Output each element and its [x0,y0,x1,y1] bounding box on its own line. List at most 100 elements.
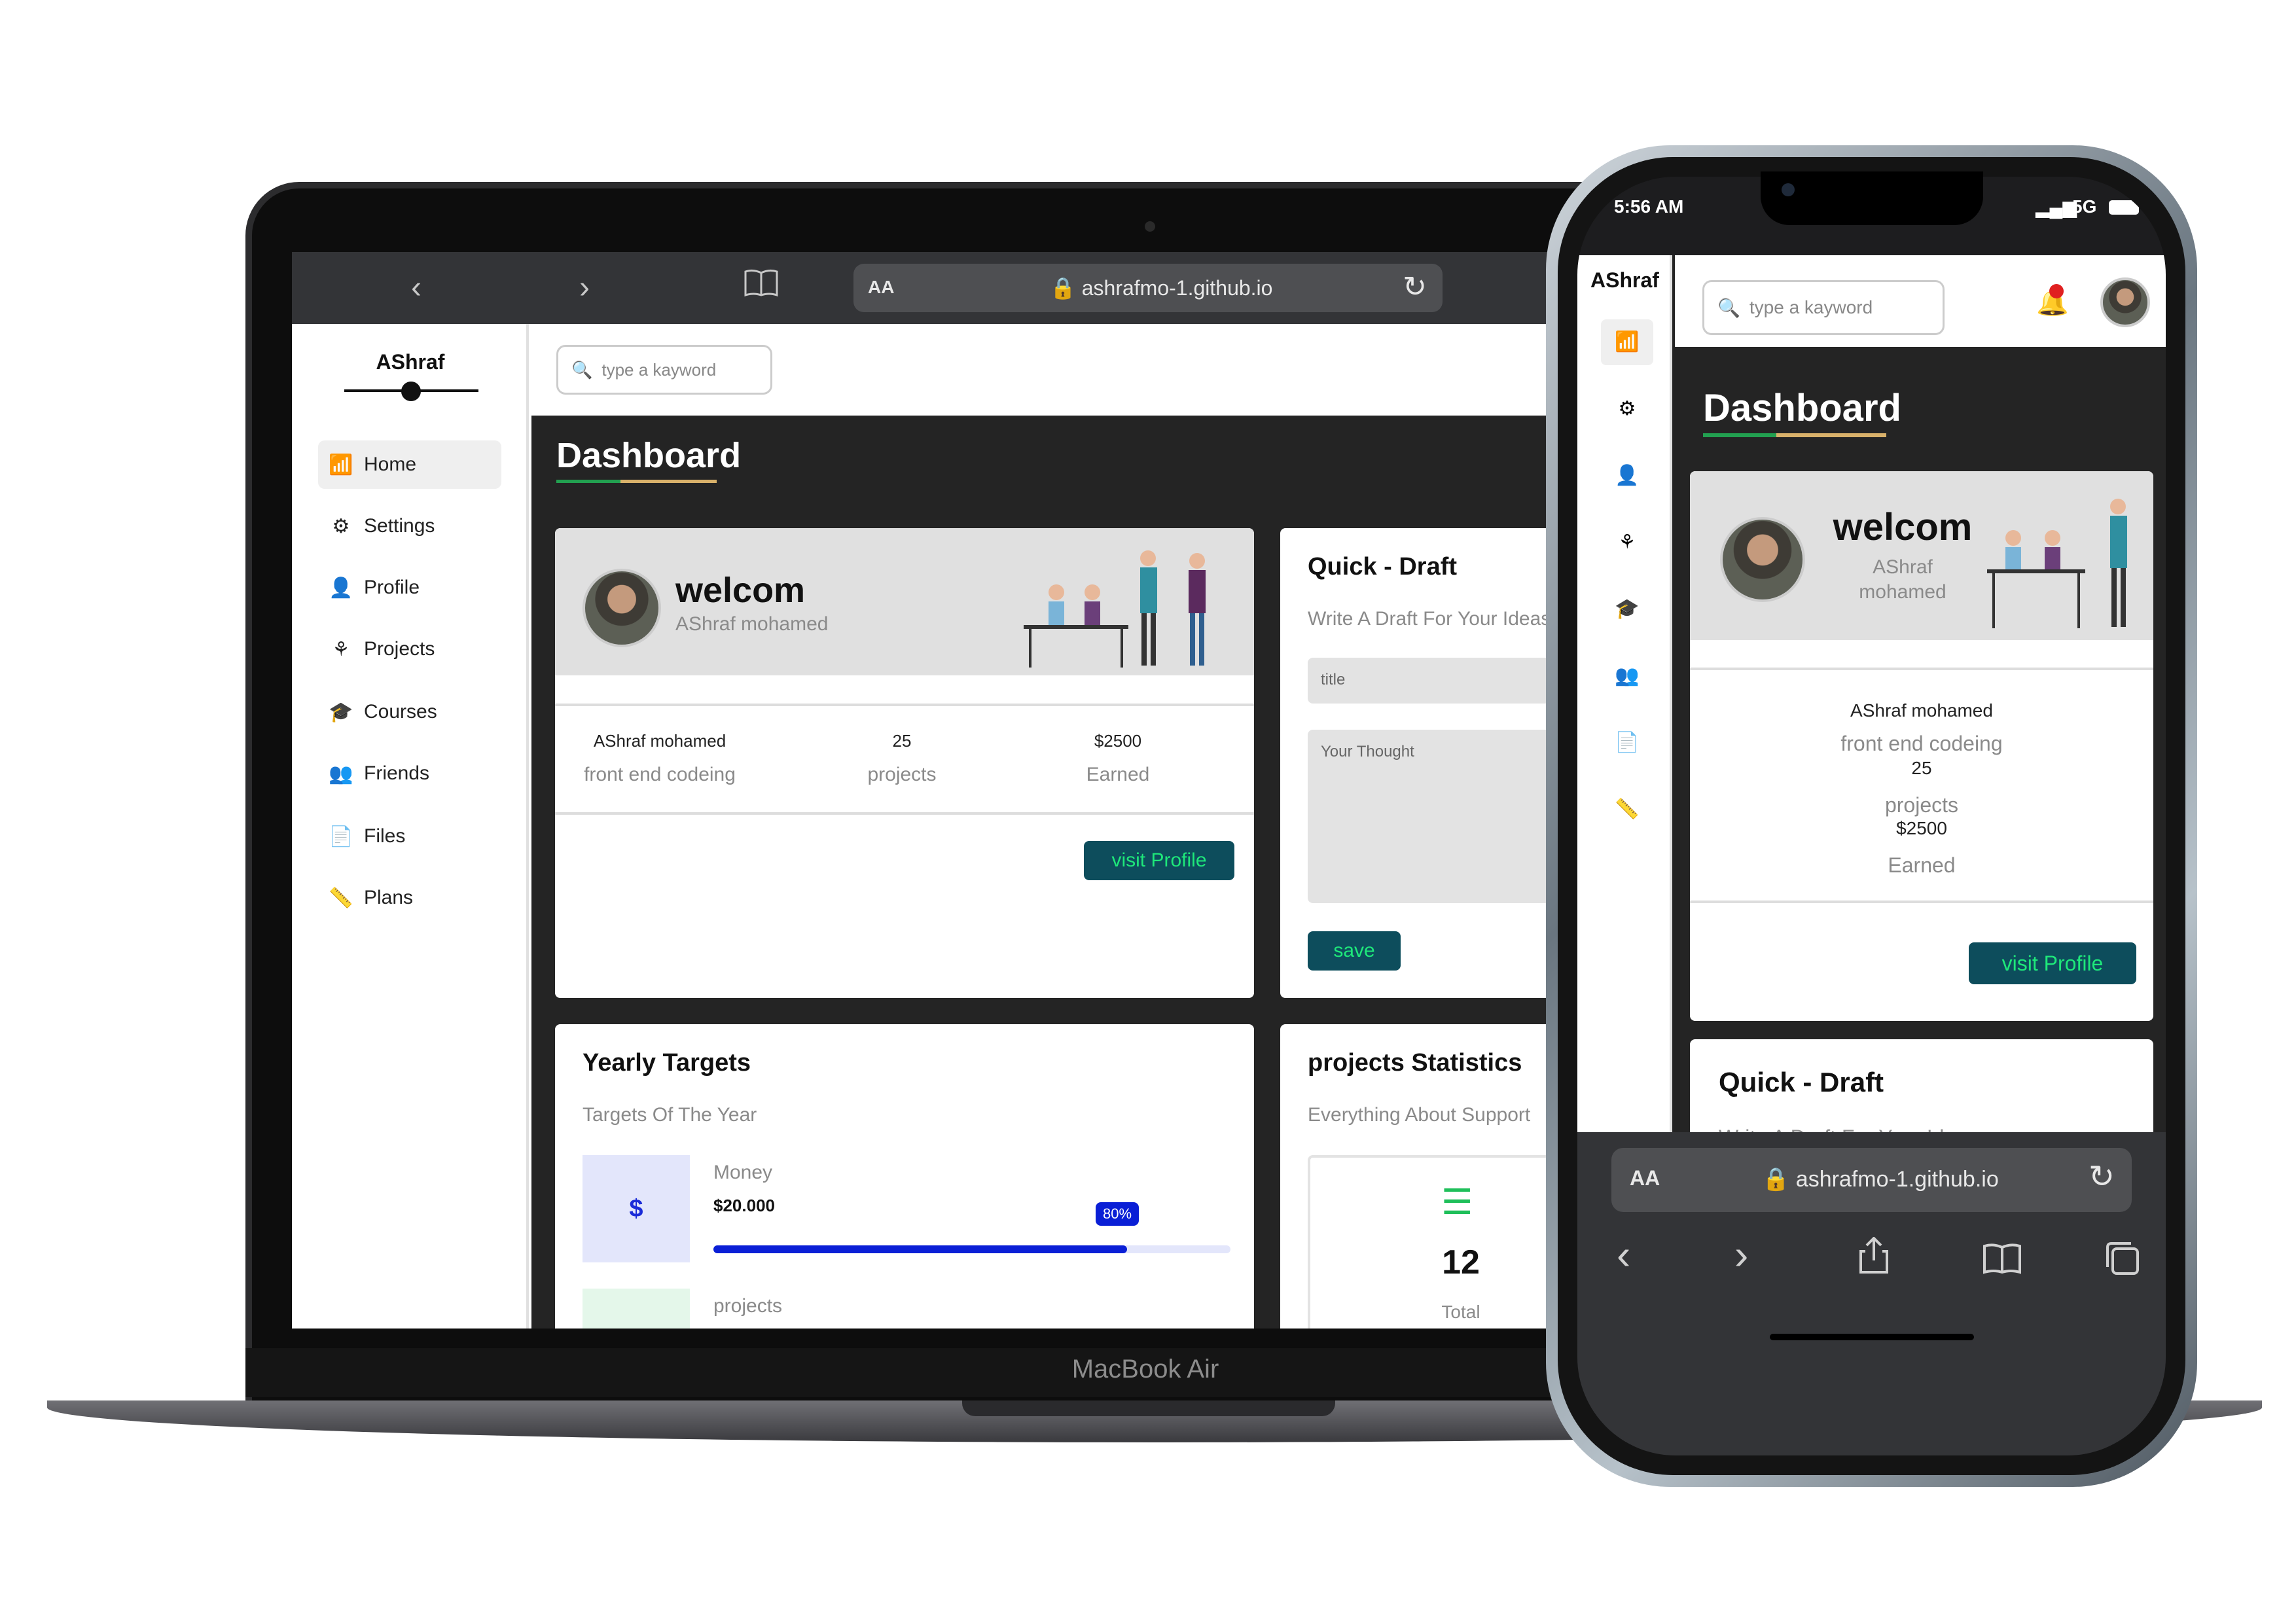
title-underline [556,480,717,483]
status-time: 5:56 AM [1614,196,1684,217]
sidebar-item-files[interactable]: 📄 Files [318,812,501,861]
sidebar-item-label: Plans [364,887,414,908]
search-placeholder: type a kayword [601,359,717,380]
search-input[interactable]: 🔍 type a kayword [556,345,772,395]
stat-label: projects [867,764,937,785]
yearly-targets-card: Yearly Targets Targets Of The Year $ Mon… [555,1024,1254,1329]
stat-value: AShraf mohamed [593,731,726,751]
phone-sidebar: AShraf 📶 ⚙ 👤 ⚘ 🎓 👥 📄 📏 [1577,255,1672,1132]
graduation-cap-icon[interactable]: 🎓 [1601,586,1653,632]
reload-icon[interactable]: ↻ [1403,270,1427,304]
welcome-name-last: mohamed [1859,581,1946,603]
chevron-left-icon[interactable]: ‹ [1617,1230,1630,1279]
progress-badge: 80% [1096,1202,1139,1226]
projects-target-icon [583,1289,690,1329]
chevron-right-icon[interactable]: › [562,266,607,310]
avatar [1720,517,1805,602]
battery-icon [2109,200,2139,215]
gear-icon[interactable]: ⚙ [1601,386,1653,432]
address-bar[interactable]: AA 🔒 ashrafmo-1.github.io ↻ [1611,1148,2132,1212]
avatar[interactable] [2100,277,2150,327]
sidebar-item-friends[interactable]: 👥 Friends [318,749,501,798]
diagram-icon: ⚘ [332,638,350,660]
url-text: 🔒 ashrafmo-1.github.io [1762,1167,1999,1192]
users-icon: 👥 [329,762,353,785]
file-icon[interactable]: 📄 [1601,720,1653,766]
brand-dot [401,382,421,401]
chart-icon: 📶 [329,454,353,476]
address-bar[interactable]: AA 🔒 ashrafmo-1.github.io ↻ [853,264,1443,312]
chevron-right-icon[interactable]: › [1734,1230,1748,1279]
tabs-icon[interactable] [2105,1241,2140,1279]
user-icon[interactable]: 👤 [1601,453,1653,499]
search-input[interactable]: 🔍 type a kayword [1702,280,1945,335]
card-subtitle: Everything About Support [1308,1104,1531,1126]
search-icon: 🔍 [571,359,593,380]
phone-screen: 5:56 AM ▂▄▆ 5G AShraf 📶 ⚙ 👤 ⚘ 🎓 👥 📄 📏 🔍 [1577,177,2166,1455]
phone-camera [1782,183,1795,196]
stat-count-label: Total [1441,1302,1480,1322]
users-icon[interactable]: 👥 [1601,653,1653,699]
stat-label: Earned [1086,764,1150,785]
sidebar-item-settings[interactable]: ⚙ Settings [318,502,501,550]
sidebar-item-courses[interactable]: 🎓 Courses [318,688,501,736]
chart-icon[interactable]: 📶 [1601,319,1653,365]
phone-browser-bar: AA 🔒 ashrafmo-1.github.io ↻ ‹ › [1577,1132,2166,1455]
sidebar-item-label: Home [364,454,417,475]
card-title: projects Statistics [1308,1049,1522,1077]
save-button[interactable]: save [1308,931,1401,971]
book-icon[interactable] [1982,1242,2022,1278]
welcome-name: AShraf mohamed [675,613,829,635]
gear-icon: ⚙ [332,515,350,537]
text-size-button[interactable]: AA [1630,1166,1660,1190]
file-icon: 📄 [329,825,353,847]
text-size-button[interactable]: AA [868,277,894,298]
sidebar-item-projects[interactable]: ⚘ Projects [318,625,501,673]
signal-icon: ▂▄▆ [2036,197,2077,217]
sidebar-brand: AShraf [376,350,445,374]
reload-icon[interactable]: ↻ [2089,1158,2115,1195]
sidebar-item-label: Profile [364,577,420,598]
network-label: 5G [2072,196,2097,217]
diagram-icon[interactable]: ⚘ [1601,520,1653,565]
card-subtitle: Write A Draft For Your Ideas [1308,608,1551,630]
sidebar-item-label: Files [364,825,406,847]
divider [555,812,1254,815]
card-title: Quick - Draft [1308,553,1458,580]
chevron-left-icon[interactable]: ‹ [393,266,439,310]
stat-value: 25 [1911,758,1932,778]
sidebar-item-home[interactable]: 📶 Home [318,440,501,489]
sidebar-item-plans[interactable]: 📏 Plans [318,874,501,922]
stat-value: $2500 [1896,818,1947,838]
url-value: ashrafmo-1.github.io [1081,276,1273,300]
target-label: Money [713,1162,773,1183]
home-indicator [1770,1334,1974,1340]
ruler-icon[interactable]: 📏 [1601,787,1653,832]
search-icon: 🔍 [1717,297,1740,318]
stat-label: front end codeing [584,764,736,785]
draft-title-placeholder: title [1321,671,1346,688]
share-icon[interactable] [1859,1236,1889,1277]
laptop-hinge-notch [962,1400,1335,1416]
welcome-header: welcom AShraf mohamed [1690,471,2153,640]
stat-count: 12 [1442,1243,1480,1281]
divider [555,704,1254,706]
book-icon[interactable] [738,266,784,310]
user-icon: 👤 [329,577,353,599]
laptop-brand-label: MacBook Air [1071,1355,1219,1383]
url-text: 🔒 ashrafmo-1.github.io [1050,276,1273,300]
visit-profile-button[interactable]: visit Profile [1969,942,2136,984]
progress-track [713,1245,1230,1253]
sidebar-item-profile[interactable]: 👤 Profile [318,563,501,612]
laptop-camera [1145,221,1155,232]
team-illustration-icon [1024,550,1206,668]
graduation-cap-icon: 🎓 [329,701,353,723]
welcome-card: welcom AShraf mohamed AShraf mohamed fro… [555,528,1254,998]
welcome-card: welcom AShraf mohamed AShraf mohamed fro… [1690,471,2153,1021]
divider [1690,901,2153,903]
avatar [583,569,661,647]
visit-profile-button[interactable]: visit Profile [1084,841,1234,880]
draft-thought-placeholder: Your Thought [1321,743,1414,760]
stat-value: AShraf mohamed [1850,700,1993,721]
title-underline [1703,433,1886,437]
